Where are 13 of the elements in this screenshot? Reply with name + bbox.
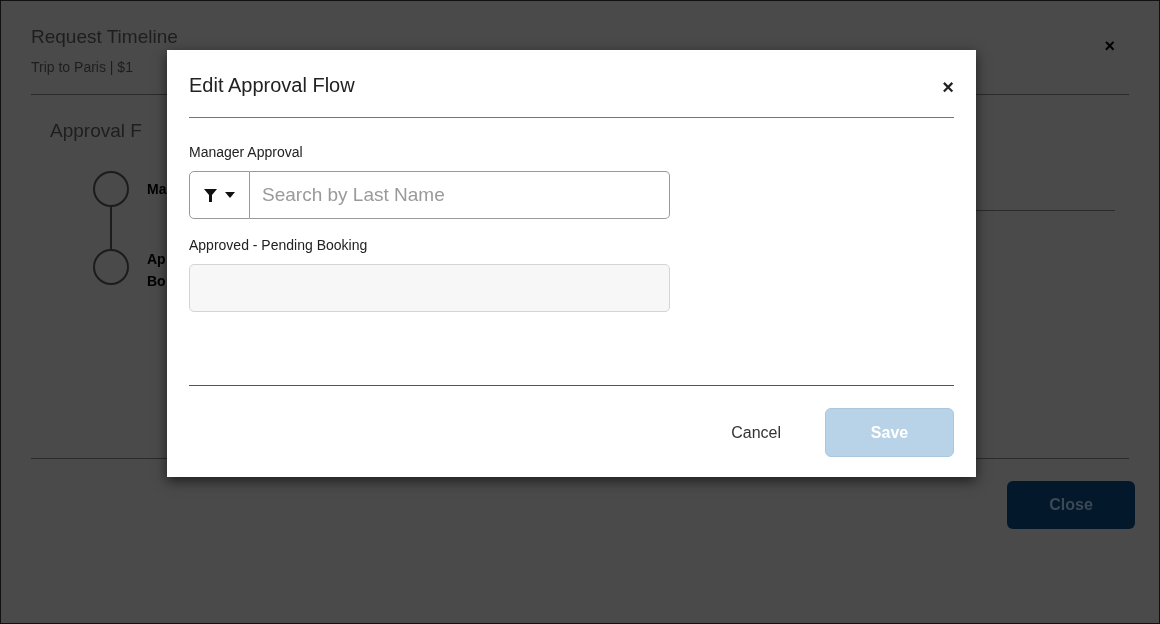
close-button[interactable]: ×: [942, 77, 954, 97]
search-field[interactable]: Search by Last Name: [250, 171, 670, 219]
field-label: Approved - Pending Booking: [189, 236, 369, 255]
filter-icon: [204, 188, 217, 202]
step-label: Ap: [147, 249, 167, 269]
cancel-button[interactable]: Cancel: [731, 420, 781, 445]
input-field[interactable]: [189, 264, 670, 312]
field-label: Manager Approval: [189, 143, 304, 162]
step-label: Bo: [147, 271, 167, 291]
step-label: Ma: [147, 179, 167, 199]
filter-dropdown[interactable]: [189, 171, 250, 219]
dialog-title: Edit Approval Flow: [189, 73, 355, 98]
caret-icon: [225, 192, 235, 198]
